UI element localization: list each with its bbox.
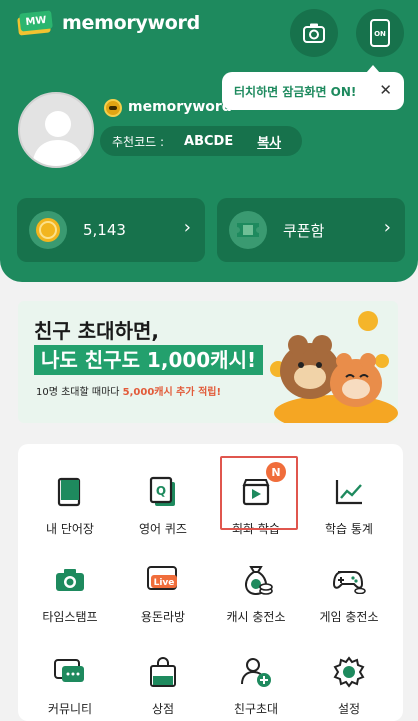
- lockscreen-toggle-button[interactable]: ON: [356, 9, 404, 57]
- referral-label: 추천코드 :: [112, 134, 165, 149]
- avatar[interactable]: [18, 92, 94, 168]
- banner-title: 친구 초대하면,: [34, 319, 159, 343]
- camera-button[interactable]: [290, 9, 338, 57]
- camera-icon: [303, 23, 325, 43]
- menu-item-my-wordbook[interactable]: 내 단어장: [29, 456, 111, 536]
- svg-text:Live: Live: [154, 578, 175, 588]
- menu-item-timestamp[interactable]: 타임스탬프: [29, 544, 111, 624]
- close-icon[interactable]: ✕: [379, 81, 392, 99]
- banner-subtitle: 10명 초대할 때마다 5,000캐시 추가 적립!: [36, 387, 222, 398]
- coin-icon: [104, 99, 122, 117]
- coupon-label: 쿠폰함: [283, 221, 325, 240]
- tooltip-text: 터치하면 잠금화면 ON!: [234, 84, 357, 99]
- menu-item-cash-station[interactable]: 캐시 충전소: [215, 544, 297, 624]
- invite-banner[interactable]: 친구 초대하면, 나도 친구도 1,000캐시! 10명 초대할 때마다 5,0…: [18, 301, 398, 423]
- lockscreen-tooltip[interactable]: 터치하면 잠금화면 ON! ✕: [222, 65, 404, 110]
- menu-item-study-stats[interactable]: 학습 통계: [308, 456, 390, 536]
- phone-icon: ON: [370, 19, 390, 47]
- quiz-card-icon: Q: [145, 474, 181, 510]
- live-tv-icon: Live: [145, 562, 181, 598]
- menu-item-shop[interactable]: 상점: [122, 636, 204, 716]
- logo-mark-icon: MW: [16, 10, 54, 36]
- app-name: memoryword: [62, 12, 200, 34]
- header: MW memoryword ON 터치하면 잠금화면 ON! ✕ memoryw…: [0, 0, 418, 282]
- selected-item-highlight: [220, 456, 298, 530]
- app-logo: MW memoryword: [16, 10, 200, 36]
- banner-highlight: 나도 친구도 1,000캐시!: [34, 345, 264, 375]
- coin-icon: [29, 211, 67, 249]
- coin-balance: 5,143: [83, 221, 126, 239]
- menu-item-english-quiz[interactable]: Q 영어 퀴즈: [122, 456, 204, 536]
- shopping-bag-icon: [145, 654, 181, 690]
- coupon-box-card[interactable]: 쿠폰함 ›: [217, 198, 405, 262]
- money-bag-icon: [238, 562, 274, 598]
- chevron-right-icon: ›: [183, 217, 191, 238]
- mascot-illustration: [270, 311, 398, 423]
- gear-icon: [331, 654, 367, 690]
- chat-icon: [52, 654, 88, 690]
- add-friend-icon: [238, 654, 274, 690]
- new-badge: N: [266, 462, 286, 482]
- user-silhouette-icon: [32, 111, 84, 166]
- camera-icon: [52, 562, 88, 598]
- gamepad-icon: [331, 562, 367, 598]
- svg-text:Q: Q: [156, 484, 166, 498]
- chart-icon: [331, 474, 367, 510]
- nickname: memoryword: [128, 99, 232, 115]
- menu-item-community[interactable]: 커뮤니티: [29, 636, 111, 716]
- coin-balance-card[interactable]: 5,143 ›: [17, 198, 205, 262]
- chevron-right-icon: ›: [383, 217, 391, 238]
- coupon-icon: [229, 211, 267, 249]
- menu-item-game-station[interactable]: 게임 충전소: [308, 544, 390, 624]
- menu-item-allowance-live[interactable]: Live 용돈라방: [122, 544, 204, 624]
- referral-code-pill: 추천코드 : ABCDE 복사: [100, 126, 302, 156]
- copy-button[interactable]: 복사: [257, 132, 281, 151]
- svg-text:ON: ON: [374, 30, 386, 38]
- menu-item-settings[interactable]: 설정: [308, 636, 390, 716]
- referral-code: ABCDE: [184, 133, 234, 149]
- menu-item-invite-friends[interactable]: 친구초대: [215, 636, 297, 716]
- book-icon: [52, 474, 88, 510]
- menu-grid: 내 단어장 Q 영어 퀴즈 회화 학습 학습 통계 타임스탬프 Live 용돈라…: [18, 444, 403, 721]
